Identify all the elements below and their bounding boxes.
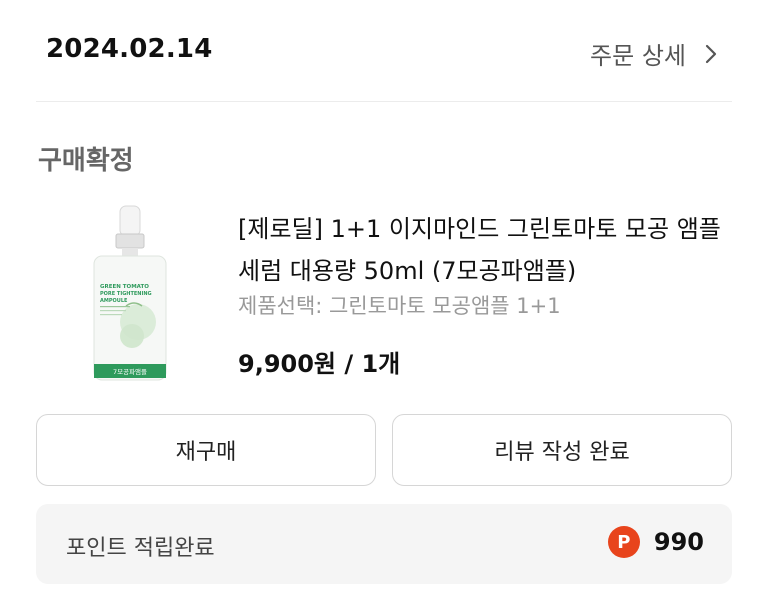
points-value: P 990 bbox=[607, 526, 704, 558]
points-amount: 990 bbox=[653, 528, 704, 556]
product-option: 제품선택: 그린토마토 모공앰플 1+1 bbox=[238, 294, 561, 318]
points-label: 포인트 적립완료 bbox=[66, 536, 215, 561]
bottle-badge-text: 7모공파앰플 bbox=[113, 367, 147, 376]
chevron-right-icon bbox=[705, 44, 717, 63]
bottle-text-3: AMPOULE bbox=[100, 298, 128, 304]
bottle-text-1: GREEN TOMATO bbox=[100, 284, 149, 290]
order-status: 구매확정 bbox=[38, 146, 134, 176]
points-icon: P bbox=[607, 526, 640, 558]
points-panel: 포인트 적립완료 P 990 bbox=[36, 504, 732, 584]
product-title[interactable]: [제로딜] 1+1 이지마인드 그린토마토 모공 앰플 세럼 대용량 50ml … bbox=[238, 208, 738, 292]
order-detail-label: 주문 상세 bbox=[590, 42, 686, 70]
order-header: 2024.02.14 주문 상세 bbox=[36, 0, 732, 102]
order-date: 2024.02.14 bbox=[46, 34, 213, 64]
product-price: 9,900원 / 1개 bbox=[238, 350, 401, 378]
review-complete-button[interactable]: 리뷰 작성 완료 bbox=[392, 414, 732, 486]
order-detail-link[interactable]: 주문 상세 bbox=[590, 36, 722, 71]
rebuy-button[interactable]: 재구매 bbox=[36, 414, 376, 486]
product-thumbnail[interactable]: GREEN TOMATO PORE TIGHTENING AMPOULE 7모공… bbox=[86, 200, 174, 384]
bottle-text-2: PORE TIGHTENING bbox=[100, 291, 152, 297]
